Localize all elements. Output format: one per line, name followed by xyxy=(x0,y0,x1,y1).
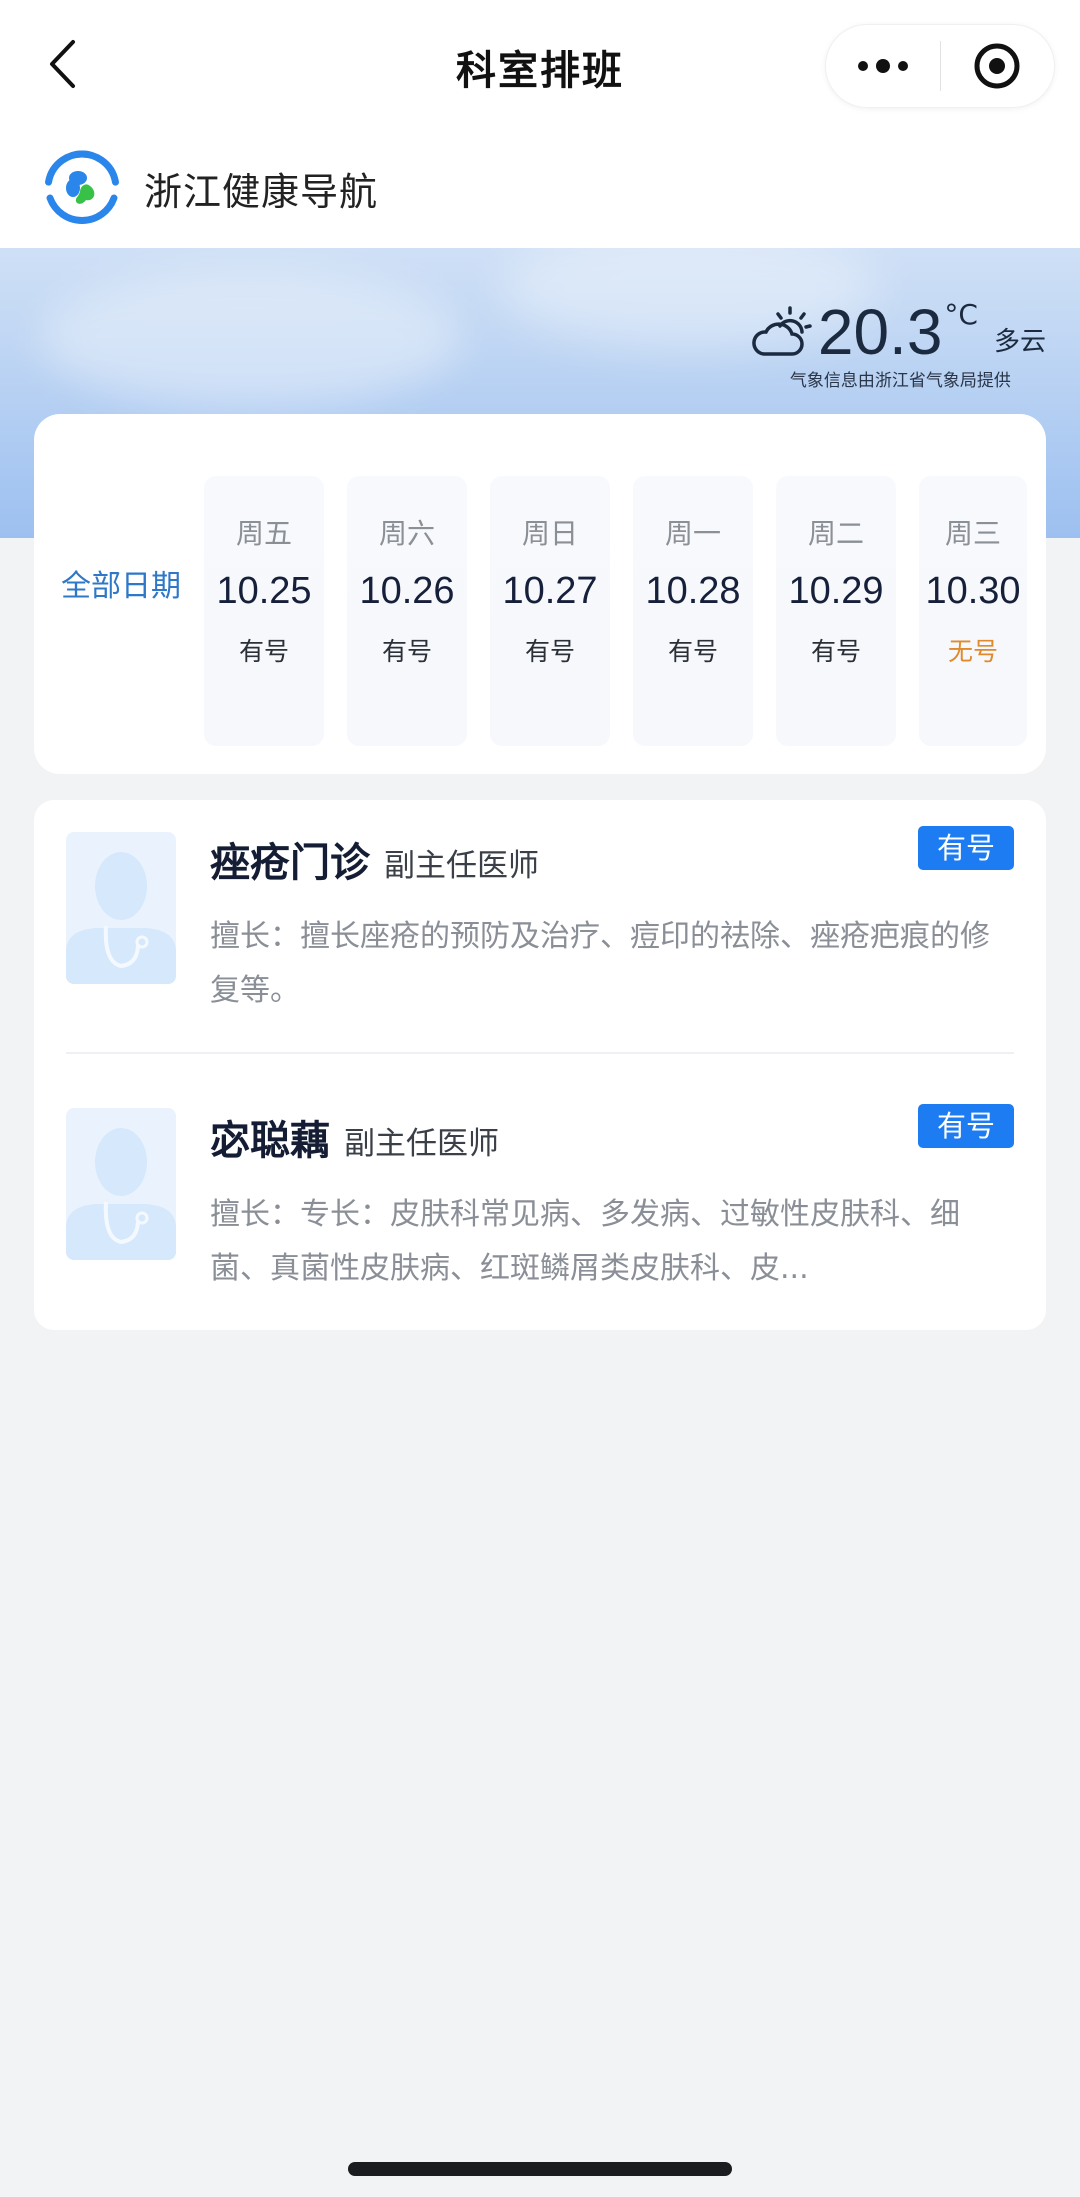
home-indicator[interactable] xyxy=(348,2162,732,2176)
availability-badge: 有号 xyxy=(918,826,1014,870)
doctor-placeholder-icon xyxy=(66,1128,176,1260)
banner-cloud-decoration xyxy=(40,268,460,408)
weather-source-note: 气象信息由浙江省气象局提供 xyxy=(789,371,1011,391)
doctor-list-item[interactable]: 宓聪藕 副主任医师 有号 擅长：专长：皮肤科常见病、多发病、过敏性皮肤科、细菌、真… xyxy=(34,1078,1046,1338)
day-item[interactable]: 周六 10.26 有号 xyxy=(347,476,467,746)
brand-name: 浙江健康导航 xyxy=(144,169,379,214)
day-date: 10.28 xyxy=(645,570,741,612)
mini-program-capsule xyxy=(825,24,1055,108)
day-date: 10.25 xyxy=(216,570,312,612)
doctor-avatar xyxy=(66,1108,176,1260)
doctor-list-item[interactable]: 痤疮门诊 副主任医师 有号 擅长：擅长座疮的预防及治疗、痘印的祛除、痤疮疤痕的修复… xyxy=(34,800,1046,1060)
day-status: 有号 xyxy=(667,637,718,666)
doctor-name: 宓聪藕 xyxy=(210,1118,330,1164)
doctor-avatar xyxy=(66,832,176,984)
doctor-specialty: 擅长：专长：皮肤科常见病、多发病、过敏性皮肤科、细菌、真菌性皮肤病、红斑鳞屑类皮… xyxy=(210,1197,960,1286)
day-item[interactable]: 周五 10.25 有号 xyxy=(204,476,324,746)
doctor-list-card: 痤疮门诊 副主任医师 有号 擅长：擅长座疮的预防及治疗、痘印的祛除、痤疮疤痕的修复… xyxy=(34,800,1046,1330)
day-date: 10.29 xyxy=(788,570,884,612)
close-miniprogram-button[interactable] xyxy=(941,24,1055,108)
day-status: 有号 xyxy=(381,637,432,666)
day-date: 10.26 xyxy=(359,570,455,612)
temperature-value: 20.3 xyxy=(817,296,943,368)
weather-condition: 多云 xyxy=(993,327,1046,357)
temperature-unit: °C xyxy=(944,298,978,331)
date-selector-card: 全部日期 周五 10.25 有号 周六 10.26 有号 周日 10.27 有号… xyxy=(34,414,1046,774)
day-weekday: 周日 xyxy=(521,517,578,550)
day-status: 有号 xyxy=(810,637,861,666)
day-item[interactable]: 周一 10.28 有号 xyxy=(633,476,753,746)
day-item[interactable]: 周日 10.27 有号 xyxy=(490,476,610,746)
brand-bar: 浙江健康导航 xyxy=(0,128,1080,248)
day-date: 10.30 xyxy=(925,570,1021,612)
target-close-icon xyxy=(974,43,1020,89)
day-weekday: 周六 xyxy=(378,517,435,550)
availability-badge: 有号 xyxy=(918,1104,1014,1148)
more-button[interactable] xyxy=(826,24,940,108)
day-item[interactable]: 周二 10.29 有号 xyxy=(776,476,896,746)
doctor-title: 副主任医师 xyxy=(384,848,539,884)
more-dots-icon xyxy=(857,59,908,73)
day-list: 周五 10.25 有号 周六 10.26 有号 周日 10.27 有号 周一 1… xyxy=(204,476,1027,746)
doctor-name: 痤疮门诊 xyxy=(210,840,370,886)
day-weekday: 周三 xyxy=(944,517,1001,550)
doctor-name-row: 宓聪藕 副主任医师 xyxy=(210,1108,499,1166)
doctor-title: 副主任医师 xyxy=(344,1126,499,1162)
partly-cloudy-icon xyxy=(752,306,812,356)
day-weekday: 周二 xyxy=(807,517,864,550)
day-status: 有号 xyxy=(524,637,575,666)
health-cross-logo-icon xyxy=(45,150,119,225)
day-status: 有号 xyxy=(238,637,289,666)
weather-widget: 20.3 °C 多云 气象信息由浙江省气象局提供 xyxy=(750,292,1046,391)
navigation-bar: 科室排班 xyxy=(0,0,1080,128)
day-weekday: 周五 xyxy=(235,517,292,550)
day-weekday: 周一 xyxy=(664,517,721,550)
doctor-name-row: 痤疮门诊 副主任医师 xyxy=(210,830,539,888)
all-dates-button[interactable]: 全部日期 xyxy=(56,562,186,612)
day-item[interactable]: 周三 10.30 无号 xyxy=(919,476,1027,746)
day-date: 10.27 xyxy=(502,570,598,612)
list-divider xyxy=(66,1052,1014,1054)
day-status: 无号 xyxy=(947,637,998,666)
doctor-specialty: 擅长：擅长座疮的预防及治疗、痘印的祛除、痤疮疤痕的修复等。 xyxy=(210,919,990,1008)
doctor-placeholder-icon xyxy=(66,852,176,984)
